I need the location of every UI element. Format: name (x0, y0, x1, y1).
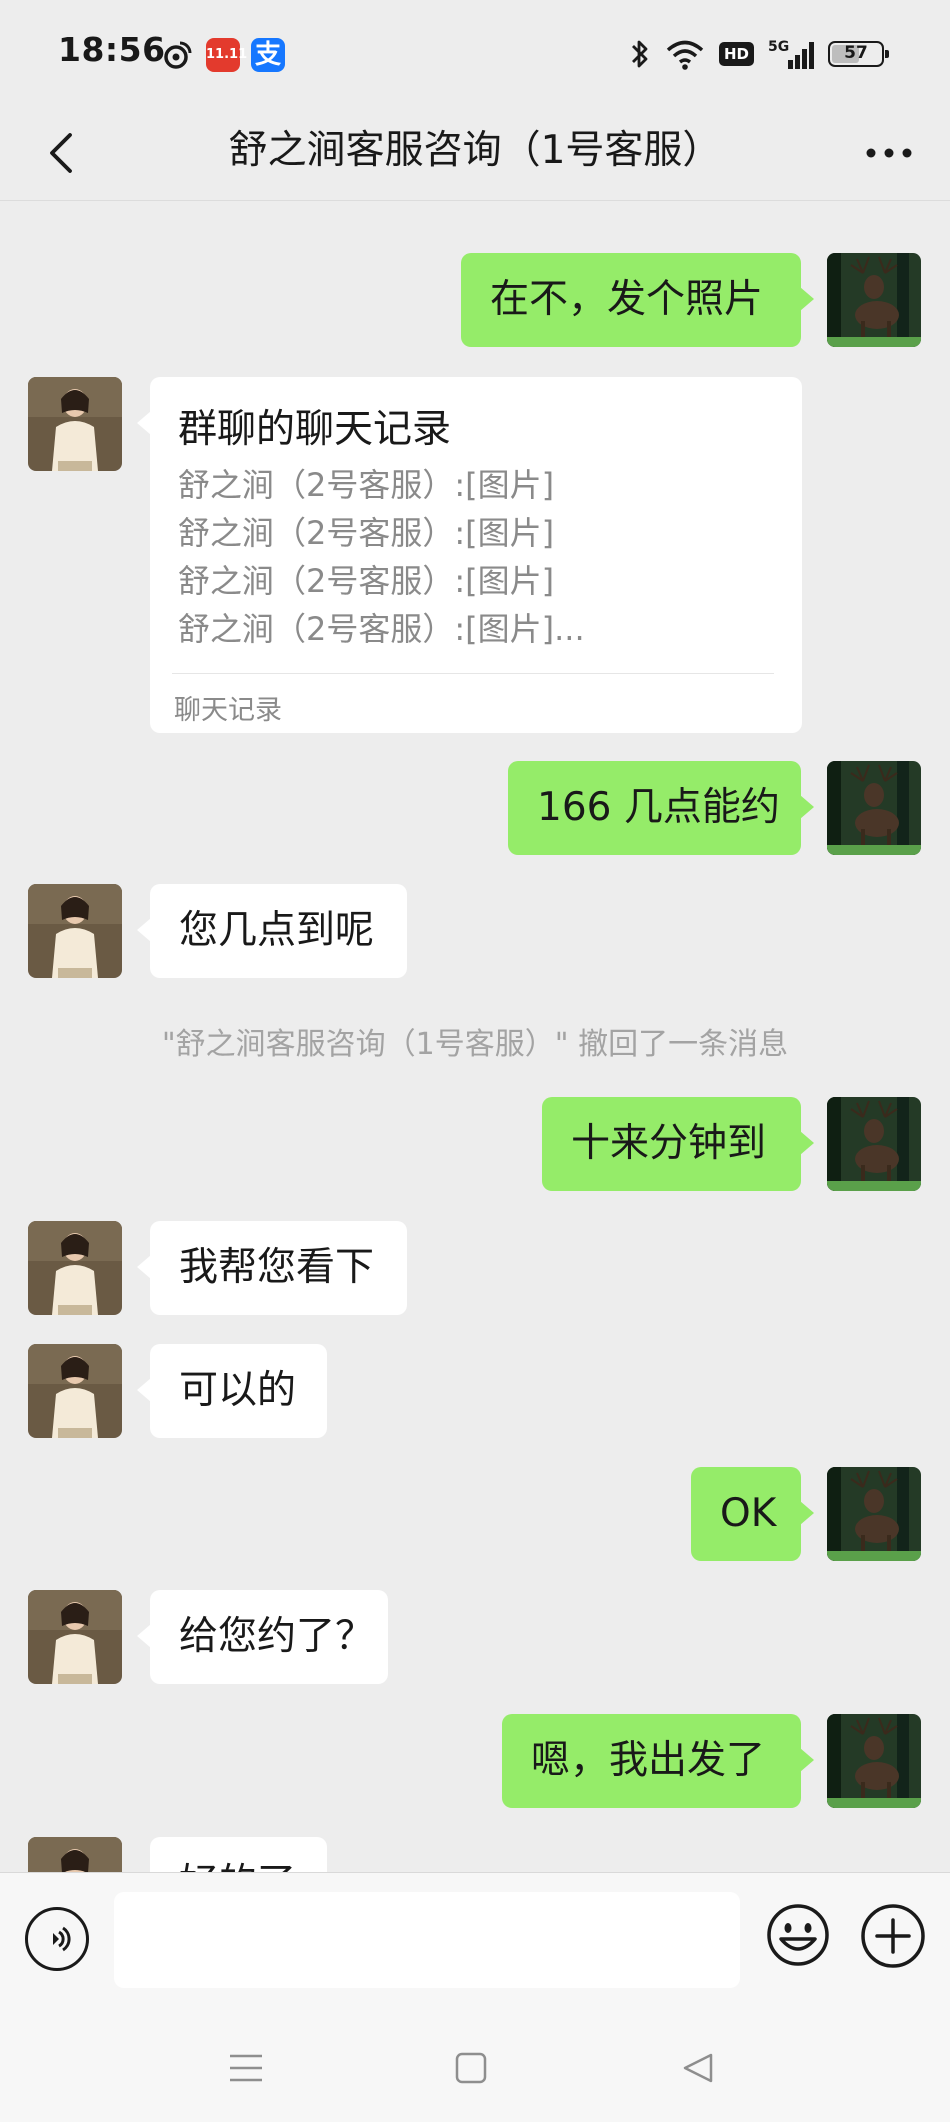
contact-avatar[interactable] (28, 1837, 122, 1872)
woman-avatar-icon (28, 1590, 122, 1684)
status-time: 18:56 (58, 30, 166, 69)
menu-icon (230, 2054, 262, 2082)
deer-avatar-icon (827, 1467, 921, 1561)
contact-avatar[interactable] (28, 377, 122, 471)
chat-record-card[interactable]: 群聊的聊天记录 舒之涧（2号客服）:[图片] 舒之涧（2号客服）:[图片] 舒之… (137, 377, 802, 733)
message-bubble-in[interactable]: 您几点到呢 (137, 884, 407, 978)
deer-avatar-icon (827, 253, 921, 347)
message-bubble-in[interactable]: 我帮您看下 (137, 1221, 407, 1315)
status-bar: 18:56 11.11 支 HD 5G 57 (0, 0, 950, 108)
back-button[interactable] (28, 120, 94, 186)
input-bar (0, 1872, 950, 2009)
message-input[interactable] (114, 1892, 740, 1988)
contact-avatar[interactable] (28, 1344, 122, 1438)
network-label: 5G (768, 39, 789, 55)
voice-input-button[interactable] (25, 1907, 89, 1971)
voice-wave-icon (53, 1926, 71, 1952)
my-avatar[interactable] (827, 1714, 921, 1808)
smiley-icon (767, 1904, 829, 1966)
chat-record-line: 舒之涧（2号客服）:[图片]... (178, 610, 585, 648)
plus-circle-icon (861, 1904, 925, 1968)
my-avatar[interactable] (827, 1097, 921, 1191)
my-avatar[interactable] (827, 1467, 921, 1561)
more-functions-button[interactable] (860, 1903, 926, 1969)
message-bubble-out[interactable]: 166 几点能约 (508, 761, 814, 855)
wifi-icon (665, 37, 705, 71)
hd-icon: HD (718, 37, 754, 71)
weibo-icon (160, 38, 194, 72)
recall-notice: "舒之涧客服咨询（1号客服）" 撤回了一条消息 (161, 1027, 789, 1062)
more-options-button[interactable] (856, 120, 922, 186)
message-bubble-out[interactable]: 十来分钟到 (542, 1097, 814, 1191)
woman-avatar-icon (28, 1221, 122, 1315)
deer-avatar-icon (827, 1097, 921, 1191)
battery-level: 57 (844, 43, 868, 63)
triangle-back-icon (683, 2053, 713, 2083)
woman-avatar-icon (28, 377, 122, 471)
divider (172, 673, 774, 674)
message-bubble-out[interactable]: OK (691, 1467, 814, 1561)
system-back-button[interactable] (676, 2046, 720, 2090)
chat-record-line: 舒之涧（2号客服）:[图片] (178, 514, 555, 552)
home-button[interactable] (449, 2046, 493, 2090)
contact-avatar[interactable] (28, 1221, 122, 1315)
alipay-icon: 支 (251, 38, 285, 72)
woman-avatar-icon (28, 1837, 122, 1872)
deer-avatar-icon (827, 1714, 921, 1808)
square-icon (455, 2052, 487, 2084)
deer-avatar-icon (827, 761, 921, 855)
contact-avatar[interactable] (28, 884, 122, 978)
recent-apps-button[interactable] (224, 2046, 268, 2090)
system-nav-bar (0, 2008, 950, 2122)
woman-avatar-icon (28, 1344, 122, 1438)
title-bar: 舒之涧客服咨询（1号客服） (0, 108, 950, 201)
chat-messages[interactable]: 在不，发个照片 群聊的聊天记录 舒之涧（2号客服）:[图片] 舒之涧（2号客服）… (0, 201, 950, 1872)
taobao-1111-icon: 11.11 (206, 38, 247, 72)
bluetooth-icon (629, 37, 651, 71)
chevron-left-icon (50, 133, 72, 173)
chat-record-footer: 聊天记录 (174, 695, 282, 726)
message-bubble-out[interactable]: 在不，发个照片 (461, 253, 814, 347)
message-bubble-in[interactable]: 可以的 (137, 1344, 327, 1438)
message-bubble-in[interactable]: 给您约了？ (137, 1590, 388, 1684)
woman-avatar-icon (28, 884, 122, 978)
message-bubble-out[interactable]: 嗯，我出发了 (502, 1714, 814, 1808)
emoji-button[interactable] (766, 1903, 830, 1967)
message-bubble-in[interactable]: 好的了 (137, 1837, 327, 1872)
signal-5g-icon: 5G (768, 37, 814, 71)
chat-record-line: 舒之涧（2号客服）:[图片] (178, 466, 555, 504)
chat-record-line: 舒之涧（2号客服）:[图片] (178, 562, 555, 600)
battery-icon: 57 (828, 41, 889, 67)
my-avatar[interactable] (827, 253, 921, 347)
my-avatar[interactable] (827, 761, 921, 855)
more-dots-icon (866, 148, 912, 158)
chat-record-title: 群聊的聊天记录 (178, 407, 452, 452)
contact-avatar[interactable] (28, 1590, 122, 1684)
chat-title: 舒之涧客服咨询（1号客服） (228, 128, 722, 173)
